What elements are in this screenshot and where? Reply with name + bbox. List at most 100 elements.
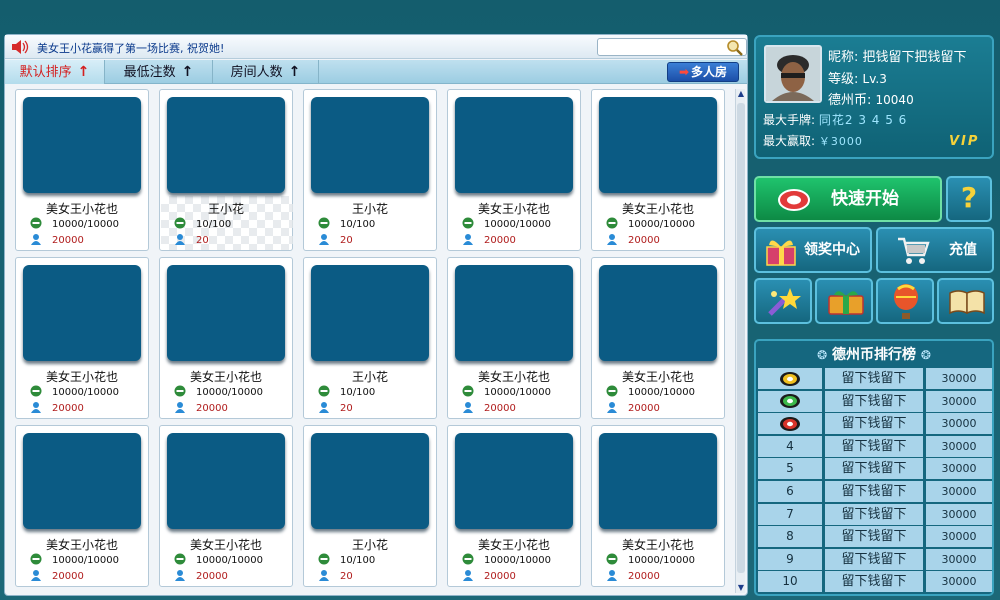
rank-number: 5	[786, 461, 794, 476]
rank-player-name: 留下钱留下	[825, 435, 923, 457]
bronze-medal-icon	[780, 416, 800, 431]
room-name: 王小花	[351, 370, 388, 384]
room-player-count: 20000	[30, 401, 84, 415]
ranking-row: 5 留下钱留下 30000	[758, 458, 992, 480]
room-card[interactable]: 美女王小花也 10000/10000 20000	[447, 425, 581, 587]
scrollbar[interactable]: ▲ ▼	[735, 89, 745, 593]
person-icon	[175, 234, 185, 245]
room-player-count: 20000	[462, 401, 516, 415]
book-button[interactable]	[937, 278, 994, 324]
search-input[interactable]	[597, 38, 747, 56]
notice-bar: 美女王小花赢得了第一场比赛, 祝贺她!	[5, 35, 747, 59]
room-player-count: 20000	[462, 569, 516, 583]
rank-cell	[758, 368, 822, 389]
room-player-count-value: 20000	[628, 235, 660, 246]
room-player-count-value: 20	[340, 403, 353, 414]
room-card[interactable]: 王小花 10/100 20	[303, 89, 437, 251]
nickname-row: 昵称: 把钱留下把钱留下	[828, 46, 967, 65]
coins-label: 德州币:	[828, 93, 872, 108]
ornament-icon: ❂	[920, 348, 931, 362]
room-bet-limit-value: 10000/10000	[628, 219, 695, 230]
sort-tab-default[interactable]: 默认排序 ↑	[5, 60, 105, 84]
room-bet-limit-value: 10000/10000	[52, 219, 119, 230]
room-card[interactable]: 美女王小花也 10000/10000 20000	[591, 425, 725, 587]
level-row: 等级: Lv.3	[828, 68, 887, 87]
search-icon[interactable]	[726, 39, 744, 56]
ranking-row: 留下钱留下 30000	[758, 390, 992, 413]
room-bet-limit-value: 10/100	[340, 555, 376, 566]
star-tool-icon	[768, 288, 801, 316]
balloon-button[interactable]	[876, 278, 934, 324]
room-bet-limit: 10000/10000	[174, 385, 263, 399]
room-card[interactable]: 美女王小花也 10000/10000 20000	[447, 89, 581, 251]
ranking-row: 9 留下钱留下 30000	[758, 548, 992, 571]
room-card[interactable]: 美女王小花也 10000/10000 20000	[591, 89, 725, 251]
room-card[interactable]: 美女王小花也 10000/10000 20000	[447, 257, 581, 419]
room-card[interactable]: 王小花 10/100 20	[159, 89, 293, 251]
room-name: 美女王小花也	[189, 370, 262, 384]
room-name: 美女王小花也	[621, 538, 694, 552]
quick-start-button[interactable]: 快速开始	[754, 176, 942, 222]
room-bet-limit: 10/100	[318, 385, 375, 399]
room-bet-limit: 10/100	[318, 553, 375, 567]
room-player-count-value: 20	[340, 235, 353, 246]
room-player-count-value: 20	[196, 235, 209, 246]
chip-limit-icon	[462, 217, 474, 229]
chip-limit-icon	[462, 385, 474, 397]
room-card[interactable]: 美女王小花也 10000/10000 20000	[159, 257, 293, 419]
nickname-value: 把钱留下把钱留下	[862, 50, 967, 65]
sort-arrow-icon: ↑	[288, 64, 301, 80]
room-player-count: 20000	[174, 569, 228, 583]
person-icon	[319, 402, 329, 413]
poker-table-thumbnail	[23, 433, 141, 529]
room-bet-limit-value: 10000/10000	[52, 387, 119, 398]
room-card[interactable]: 王小花 10/100 20	[303, 425, 437, 587]
sort-tab-min-bet[interactable]: 最低注数 ↑	[105, 60, 213, 84]
reward-center-button[interactable]: 领奖中心	[754, 227, 872, 273]
room-card[interactable]: 美女王小花也 10000/10000 20000	[15, 257, 149, 419]
rank-number: 9	[786, 551, 794, 566]
multi-player-room-button[interactable]: ➡ 多人房	[667, 62, 739, 82]
poker-table-thumbnail	[455, 265, 573, 361]
best-hand-row: 最大手牌: 同花2 3 4 5 6	[763, 111, 907, 128]
room-bet-limit-value: 10000/10000	[484, 555, 551, 566]
room-bet-limit-value: 10000/10000	[628, 555, 695, 566]
poker-table-thumbnail	[311, 433, 429, 529]
room-name: 美女王小花也	[477, 538, 550, 552]
room-bet-limit: 10000/10000	[30, 553, 119, 567]
vip-badge: VIP	[949, 134, 980, 149]
poker-table-thumbnail	[599, 97, 717, 193]
scroll-down-icon[interactable]: ▼	[736, 583, 746, 593]
sort-tab-player-count[interactable]: 房间人数 ↑	[213, 60, 319, 84]
magic-tool-button[interactable]	[754, 278, 812, 324]
rank-cell: 10	[758, 571, 822, 593]
coins-value: 10040	[875, 93, 914, 107]
gift-box-button[interactable]	[815, 278, 873, 324]
rank-number: 10	[782, 574, 798, 589]
poker-table-thumbnail	[599, 265, 717, 361]
person-icon	[463, 234, 473, 245]
ornament-icon: ❂	[817, 348, 828, 362]
room-card[interactable]: 王小花 10/100 20	[303, 257, 437, 419]
scroll-thumb[interactable]	[737, 103, 745, 573]
chip-limit-icon	[462, 553, 474, 565]
room-name: 美女王小花也	[45, 370, 118, 384]
room-player-count: 20000	[174, 401, 228, 415]
rank-number: 7	[786, 506, 794, 521]
recharge-button[interactable]: 充值	[876, 227, 994, 273]
room-bet-limit: 10000/10000	[462, 553, 551, 567]
rank-player-name: 留下钱留下	[825, 503, 923, 525]
ranking-title-text: 德州币排行榜	[832, 347, 916, 363]
room-card[interactable]: 美女王小花也 10000/10000 20000	[15, 425, 149, 587]
help-button[interactable]: ?	[946, 176, 992, 222]
room-card[interactable]: 美女王小花也 10000/10000 20000	[159, 425, 293, 587]
rank-player-name: 留下钱留下	[825, 368, 923, 389]
room-card[interactable]: 美女王小花也 10000/10000 20000	[591, 257, 725, 419]
ranking-row: 6 留下钱留下 30000	[758, 481, 992, 503]
room-bet-limit: 10000/10000	[462, 385, 551, 399]
chip-limit-icon	[174, 553, 186, 565]
scroll-up-icon[interactable]: ▲	[736, 89, 746, 99]
room-name: 王小花	[351, 538, 388, 552]
coin-ranking-panel: ❂ 德州币排行榜 ❂ 留下钱留下 30000 留下钱留下 30000 留下钱留下 3000…	[754, 339, 994, 596]
room-card[interactable]: 美女王小花也 10000/10000 20000	[15, 89, 149, 251]
